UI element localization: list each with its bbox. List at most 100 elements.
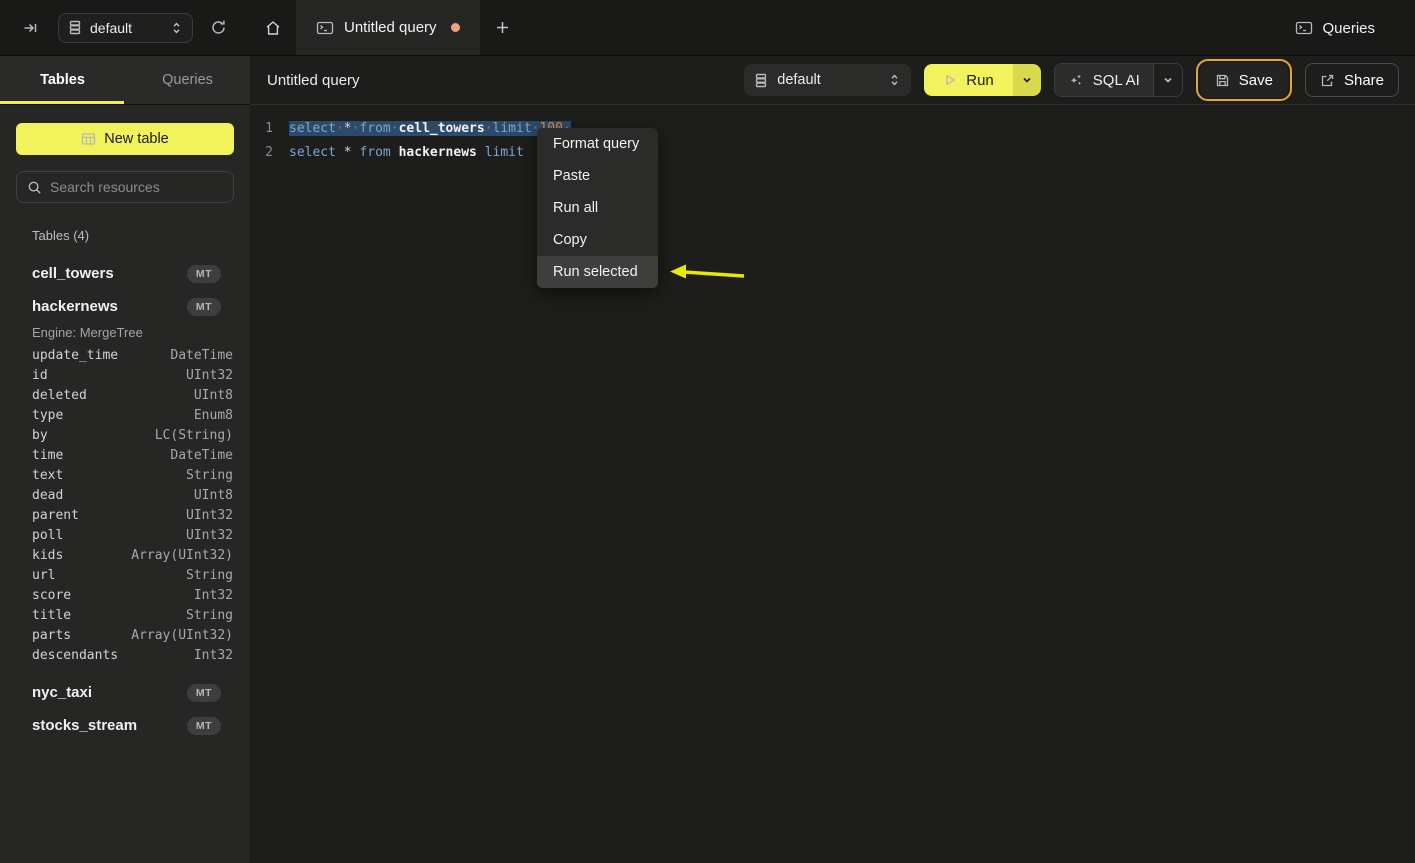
annotation-arrow (662, 258, 752, 286)
sql-editor[interactable]: 1select·*·from·cell_towers·limit·100·2se… (250, 105, 1415, 164)
context-menu: Format queryPasteRun allCopyRun selected (537, 128, 658, 288)
sidebar-item-stocks-stream[interactable]: stocks_stream MT (0, 709, 250, 742)
active-tab-underline (0, 101, 124, 104)
menu-item-format-query[interactable]: Format query (537, 128, 658, 160)
share-icon (1320, 73, 1335, 88)
column-row[interactable]: poll UInt32 (0, 526, 250, 546)
column-type: UInt8 (194, 386, 233, 406)
new-table-label: New table (104, 131, 168, 147)
sidebar-item-nyc-taxi[interactable]: nyc_taxi MT (0, 676, 250, 709)
sql-ai-caret[interactable] (1153, 64, 1182, 96)
terminal-icon (316, 20, 334, 36)
code-lines: 1select·*·from·cell_towers·limit·100·2se… (250, 116, 1415, 164)
column-type: String (186, 566, 233, 586)
column-name: url (32, 566, 55, 586)
engine-badge: MT (187, 717, 221, 735)
table-name: hackernews (32, 298, 118, 315)
tab-strip: Untitled query (250, 0, 526, 55)
column-row[interactable]: by LC(String) (0, 426, 250, 446)
column-row[interactable]: title String (0, 606, 250, 626)
column-name: type (32, 406, 63, 426)
query-database-selector[interactable]: default (744, 64, 911, 96)
chevron-updown-icon (888, 73, 901, 87)
menu-item-copy[interactable]: Copy (537, 224, 658, 256)
hackernews-columns: update_time DateTime id UInt32 deleted U… (0, 346, 250, 666)
save-label: Save (1239, 72, 1273, 89)
queries-icon (1295, 20, 1313, 36)
run-button[interactable]: Run (924, 64, 1013, 96)
column-type: Enum8 (194, 406, 233, 426)
code-line[interactable]: 2select * from hackernews limit (250, 140, 1415, 164)
sidebar-tab-tables[interactable]: Tables (0, 56, 125, 104)
table-name: cell_towers (32, 265, 114, 282)
sql-ai-label: SQL AI (1093, 72, 1140, 89)
sparkles-icon (1068, 72, 1084, 88)
search-input[interactable] (50, 179, 223, 195)
column-type: String (186, 606, 233, 626)
sidebar-item-cell-towers[interactable]: cell_towers MT (0, 257, 250, 290)
menu-item-paste[interactable]: Paste (537, 160, 658, 192)
column-row[interactable]: score Int32 (0, 586, 250, 606)
share-button[interactable]: Share (1305, 63, 1399, 97)
code-text: select * from hackernews limit (289, 145, 524, 160)
column-row[interactable]: descendants Int32 (0, 646, 250, 666)
collapse-sidebar-icon[interactable] (22, 20, 38, 36)
column-name: parent (32, 506, 79, 526)
play-icon (943, 73, 957, 87)
topbar-database-selector[interactable]: default (58, 13, 193, 43)
database-icon (68, 20, 82, 35)
run-label: Run (966, 72, 994, 89)
sidebar-tab-queries[interactable]: Queries (125, 56, 250, 104)
queries-button[interactable]: Queries (1295, 0, 1375, 56)
column-name: deleted (32, 386, 87, 406)
engine-badge: MT (187, 684, 221, 702)
column-row[interactable]: parent UInt32 (0, 506, 250, 526)
new-table-button[interactable]: New table (16, 123, 234, 155)
new-tab-button[interactable] (480, 0, 526, 55)
menu-item-run-selected[interactable]: Run selected (537, 256, 658, 288)
column-row[interactable]: url String (0, 566, 250, 586)
save-button[interactable]: Save (1200, 63, 1288, 97)
queries-button-label: Queries (1322, 20, 1375, 37)
column-row[interactable]: time DateTime (0, 446, 250, 466)
sql-ai-button[interactable]: SQL AI (1055, 64, 1153, 96)
tables-section-header: Tables (4) (32, 228, 250, 243)
run-options-caret[interactable] (1013, 64, 1041, 96)
column-name: title (32, 606, 71, 626)
column-type: DateTime (170, 346, 233, 366)
sidebar-item-hackernews[interactable]: hackernews MT (0, 290, 250, 323)
column-name: parts (32, 626, 71, 646)
search-box (16, 171, 234, 203)
column-name: kids (32, 546, 63, 566)
column-row[interactable]: deleted UInt8 (0, 386, 250, 406)
home-icon[interactable] (250, 0, 296, 55)
column-row[interactable]: update_time DateTime (0, 346, 250, 366)
column-name: poll (32, 526, 63, 546)
menu-item-run-all[interactable]: Run all (537, 192, 658, 224)
column-row[interactable]: dead UInt8 (0, 486, 250, 506)
column-type: String (186, 466, 233, 486)
column-type: DateTime (170, 446, 233, 466)
table-icon (81, 132, 96, 146)
engine-badge: MT (187, 298, 221, 316)
tab-untitled-query[interactable]: Untitled query (296, 0, 480, 55)
page-title: Untitled query (267, 72, 360, 89)
column-type: UInt32 (186, 526, 233, 546)
column-name: update_time (32, 346, 118, 366)
tab-label: Untitled query (344, 19, 437, 36)
code-line[interactable]: 1select·*·from·cell_towers·limit·100· (250, 116, 1415, 140)
column-row[interactable]: kids Array(UInt32) (0, 546, 250, 566)
refresh-icon[interactable] (210, 19, 227, 36)
chevron-updown-icon (170, 21, 183, 35)
column-row[interactable]: type Enum8 (0, 406, 250, 426)
column-row[interactable]: id UInt32 (0, 366, 250, 386)
column-row[interactable]: parts Array(UInt32) (0, 626, 250, 646)
sql-ai-button-group: SQL AI (1054, 63, 1183, 97)
column-name: by (32, 426, 48, 446)
unsaved-changes-dot (451, 23, 460, 32)
code-text-selected: select·*·from·cell_towers·limit·100· (289, 121, 571, 136)
column-row[interactable]: text String (0, 466, 250, 486)
column-name: text (32, 466, 63, 486)
query-toolbar: default Run (744, 63, 1399, 97)
column-type: UInt8 (194, 486, 233, 506)
